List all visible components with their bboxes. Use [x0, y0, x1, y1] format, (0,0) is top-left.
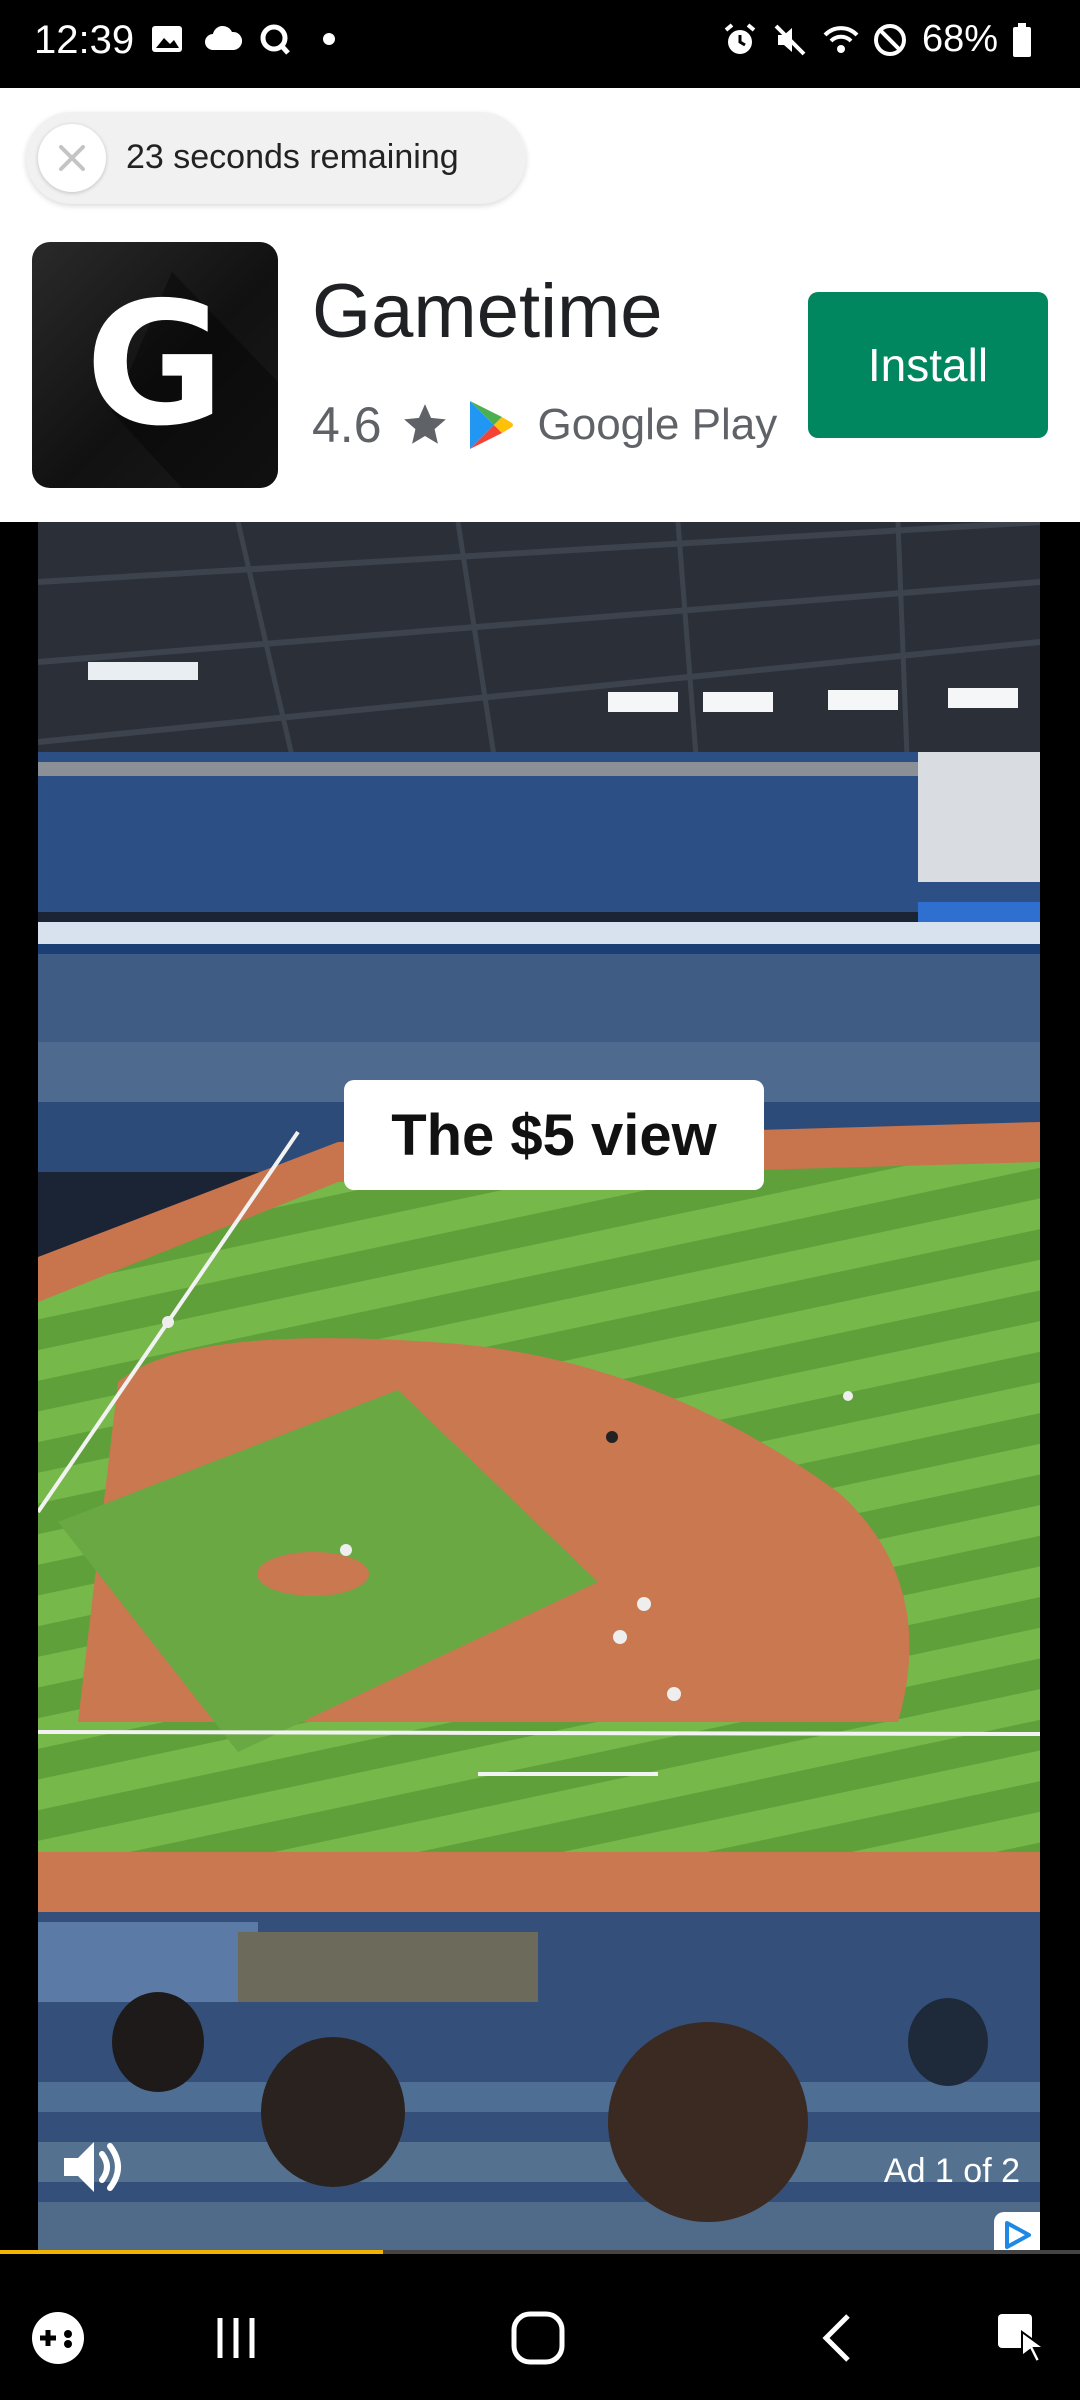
navigation-bar — [0, 2280, 1080, 2400]
rating-value: 4.6 — [312, 397, 382, 453]
status-bar: 12:39 68% — [0, 0, 1080, 88]
home-icon — [511, 2311, 565, 2365]
adchoices-icon — [1005, 2221, 1031, 2249]
adchoices-button[interactable] — [994, 2212, 1040, 2250]
dot-icon — [312, 22, 348, 58]
mute-icon — [772, 22, 808, 58]
volume-button[interactable] — [58, 2132, 128, 2202]
ad-counter: Ad 1 of 2 — [883, 2152, 1020, 2190]
app-icon[interactable]: G — [32, 242, 278, 488]
stadium-video-frame — [38, 522, 1040, 2250]
app-name[interactable]: Gametime — [312, 268, 663, 355]
timer-text: 23 seconds remaining — [126, 138, 459, 176]
ad-progress-fill — [0, 2250, 384, 2254]
battery-icon — [1012, 22, 1048, 58]
close-icon — [59, 145, 85, 171]
alarm-icon — [722, 22, 758, 58]
back-button[interactable] — [800, 2298, 880, 2378]
gallery-icon — [150, 22, 186, 58]
volume-icon — [64, 2142, 121, 2192]
store-label: Google Play — [537, 400, 778, 449]
ad-header: 23 seconds remaining G Gametime 4.6 Goog… — [0, 88, 1080, 522]
home-button[interactable] — [498, 2298, 578, 2378]
q-app-icon — [258, 22, 294, 58]
video-caption: The $5 view — [344, 1080, 764, 1190]
star-icon — [403, 404, 446, 444]
accessibility-icon — [998, 2314, 1048, 2364]
dnd-icon — [872, 22, 908, 58]
rating-row: 4.6 Google Play — [312, 396, 777, 454]
wifi-icon — [822, 22, 859, 58]
game-launcher-icon — [32, 2312, 84, 2364]
video-ad[interactable]: The $5 view Ad 1 of 2 — [38, 522, 1040, 2250]
battery-percent: 68% — [921, 18, 998, 60]
ad-progress-bar — [0, 2250, 1080, 2254]
back-icon — [822, 2314, 850, 2362]
google-play-icon — [469, 401, 513, 449]
cloud-icon — [204, 22, 243, 58]
close-ad-button[interactable] — [38, 124, 106, 192]
recents-icon — [217, 2318, 255, 2358]
recents-button[interactable] — [196, 2298, 276, 2378]
status-time: 12:39 — [34, 18, 135, 62]
game-launcher-button[interactable] — [18, 2298, 98, 2378]
install-button[interactable]: Install — [808, 292, 1048, 438]
app-icon-letter: G — [85, 266, 225, 464]
accessibility-button[interactable] — [982, 2298, 1062, 2378]
skip-timer: 23 seconds remaining — [26, 112, 526, 204]
